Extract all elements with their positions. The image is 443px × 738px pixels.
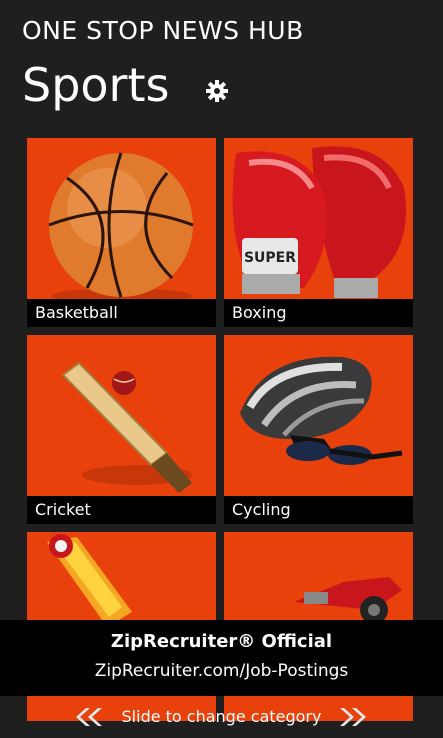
category-footer: Slide to change category [0,696,443,738]
app-title: ONE STOP NEWS HUB [22,16,304,45]
tile-cycling[interactable]: Cycling [224,335,413,524]
tile-boxing[interactable]: SUPER Boxing [224,138,413,327]
tile-label: Cricket [27,496,216,524]
tile-label: Cycling [224,496,413,524]
gear-icon[interactable] [205,79,229,103]
double-chevron-right-icon[interactable] [340,706,370,728]
ad-title: ZipRecruiter® Official [110,631,333,652]
tile-basketball[interactable]: Basketball [27,138,216,327]
tile-label: Basketball [27,299,216,327]
glove-brand-text: SUPER [244,250,296,266]
tile-label: Boxing [224,299,413,327]
ad-url: ZipRecruiter.com/Job-Postings [94,661,349,681]
page-title: Sports [22,58,170,112]
tile-cricket[interactable]: Cricket [27,335,216,524]
footer-text: Slide to change category [121,707,322,726]
ad-banner[interactable]: ZipRecruiter® Official ZipRecruiter.com/… [0,620,443,696]
